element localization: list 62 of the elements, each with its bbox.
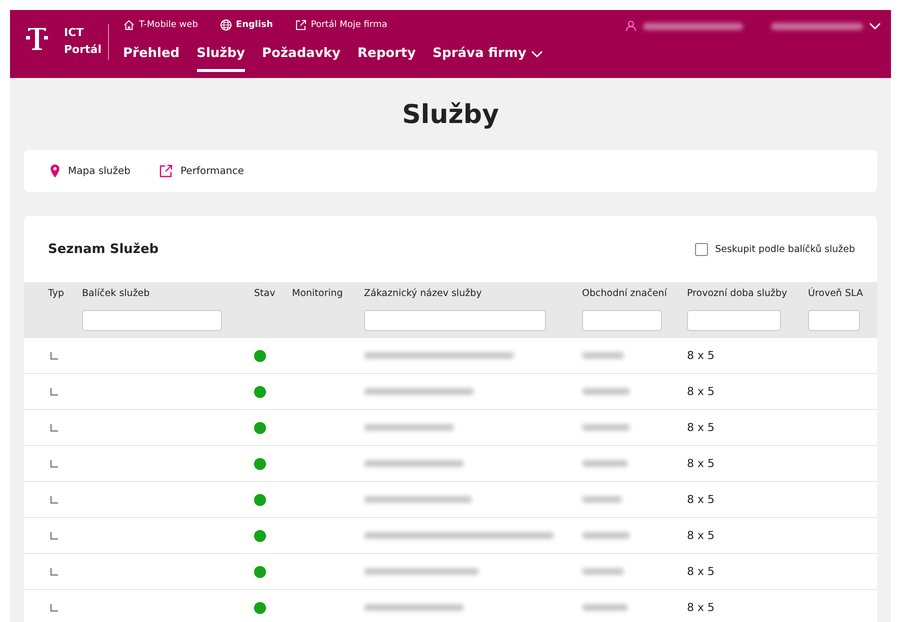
corner-icon — [50, 568, 58, 576]
top-link[interactable]: Portál Moje firma — [294, 18, 388, 32]
checkbox-label: Seskupit podle balíčků služeb — [715, 244, 855, 254]
portal-name: Portál — [64, 42, 102, 58]
column-label: Provozní doba služby — [687, 288, 788, 301]
quick-link[interactable]: Performance — [158, 164, 244, 178]
redacted-code — [582, 604, 628, 611]
redacted-code — [582, 496, 622, 503]
filter-field[interactable] — [364, 310, 546, 331]
column-label: Zákaznický název služby — [364, 288, 483, 301]
filter-field[interactable] — [582, 310, 662, 331]
corner-icon — [50, 604, 58, 612]
column-label: Stav — [254, 288, 276, 301]
column-label: Monitoring — [292, 288, 344, 301]
external-link-icon — [158, 164, 172, 178]
service-hours: 8 x 5 — [687, 529, 714, 542]
filter-field[interactable] — [687, 310, 781, 331]
nav-tab[interactable]: Reporty — [358, 46, 416, 72]
corner-icon — [50, 496, 58, 504]
nav-tab[interactable]: Přehled — [123, 46, 180, 72]
group-checkbox[interactable]: Seskupit podle balíčků služeb — [695, 242, 855, 256]
home-icon — [123, 19, 135, 31]
map-pin-icon — [50, 164, 60, 178]
top-link[interactable]: T-Mobile web — [123, 18, 198, 32]
service-hours: 8 x 5 — [687, 601, 714, 614]
checkbox[interactable] — [695, 242, 708, 256]
redacted-code — [582, 568, 624, 575]
corner-icon — [50, 460, 58, 468]
service-hours: 8 x 5 — [687, 565, 714, 578]
service-hours: 8 x 5 — [687, 457, 714, 470]
column-label: Balíček služeb — [82, 288, 151, 301]
column-label: Obchodní značení — [582, 288, 668, 301]
corner-icon — [50, 532, 58, 540]
service-hours: 8 x 5 — [687, 421, 714, 434]
service-hours: 8 x 5 — [687, 385, 714, 398]
corner-icon — [50, 388, 58, 396]
page-title: Služby — [401, 99, 500, 132]
redacted-code — [582, 352, 624, 359]
list-title: Seznam Služeb — [48, 242, 159, 256]
top-link[interactable]: English — [220, 18, 273, 32]
redacted-code — [582, 388, 630, 395]
portal-name: ICT — [64, 25, 85, 41]
filter-field[interactable] — [82, 310, 222, 331]
corner-icon — [50, 352, 58, 360]
logo-icon[interactable] — [24, 26, 50, 52]
user-icon — [625, 20, 637, 32]
external-link-icon — [294, 19, 307, 31]
nav-tab[interactable]: Služby — [196, 46, 246, 72]
service-hours: 8 x 5 — [687, 493, 714, 506]
filter-field[interactable] — [808, 310, 860, 331]
chevron-down-icon[interactable] — [869, 22, 881, 30]
globe-icon — [220, 19, 232, 31]
redacted-code — [582, 532, 630, 539]
column-label: Typ — [48, 288, 65, 301]
redacted-code — [582, 460, 628, 467]
nav-tab[interactable]: Požadavky — [262, 46, 340, 72]
corner-icon — [50, 424, 58, 432]
column-label: Úroveň SLA — [808, 288, 864, 301]
service-hours: 8 x 5 — [687, 349, 714, 362]
redacted-code — [582, 424, 630, 431]
quick-link[interactable]: Mapa služeb — [50, 164, 130, 178]
nav-tab[interactable]: Správa firmy — [432, 46, 544, 72]
